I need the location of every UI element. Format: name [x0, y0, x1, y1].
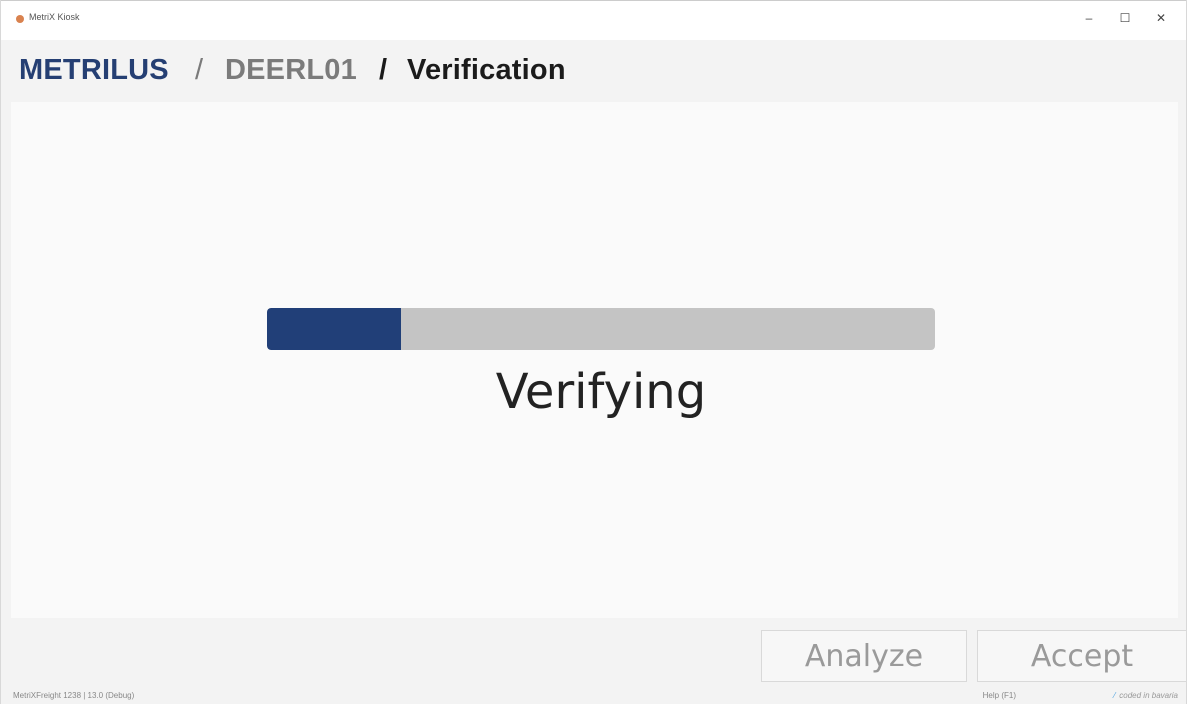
- main-content: Verifying: [11, 102, 1178, 618]
- window-controls: – ☐ ✕: [1082, 10, 1168, 26]
- status-text: Verifying: [495, 364, 707, 420]
- accept-button[interactable]: Accept: [977, 630, 1187, 682]
- page-title: Verification: [407, 54, 566, 86]
- status-bar: MetriXFreight 1238 | 13.0 (Debug) Help (…: [1, 688, 1186, 704]
- help-link[interactable]: Help (F1): [983, 691, 1016, 700]
- breadcrumb-separator: /: [379, 54, 388, 86]
- window-title: MetriX Kiosk: [29, 12, 80, 22]
- app-icon: [16, 15, 24, 23]
- version-text: MetriXFreight 1238 | 13.0 (Debug): [13, 691, 135, 700]
- leaf-icon: ⁄: [1113, 691, 1116, 700]
- app-window: MetriX Kiosk – ☐ ✕ METRILUS / DEERL01 / …: [0, 0, 1187, 704]
- breadcrumb-device: DEERL01: [225, 54, 357, 86]
- analyze-button[interactable]: Analyze: [761, 630, 967, 682]
- close-button[interactable]: ✕: [1154, 10, 1168, 26]
- minimize-button[interactable]: –: [1082, 10, 1096, 26]
- progress-bar-fill: [267, 308, 401, 350]
- breadcrumb: METRILUS / DEERL01 / Verification: [1, 40, 1186, 102]
- coded-in-text: ⁄ coded in bavaria: [1114, 691, 1178, 700]
- breadcrumb-separator: /: [195, 54, 204, 86]
- breadcrumb-root: METRILUS: [19, 54, 169, 86]
- coded-in-label: coded in bavaria: [1119, 691, 1178, 700]
- progress-bar: [267, 308, 935, 350]
- maximize-button[interactable]: ☐: [1118, 10, 1132, 26]
- title-bar: MetriX Kiosk – ☐ ✕: [1, 0, 1186, 41]
